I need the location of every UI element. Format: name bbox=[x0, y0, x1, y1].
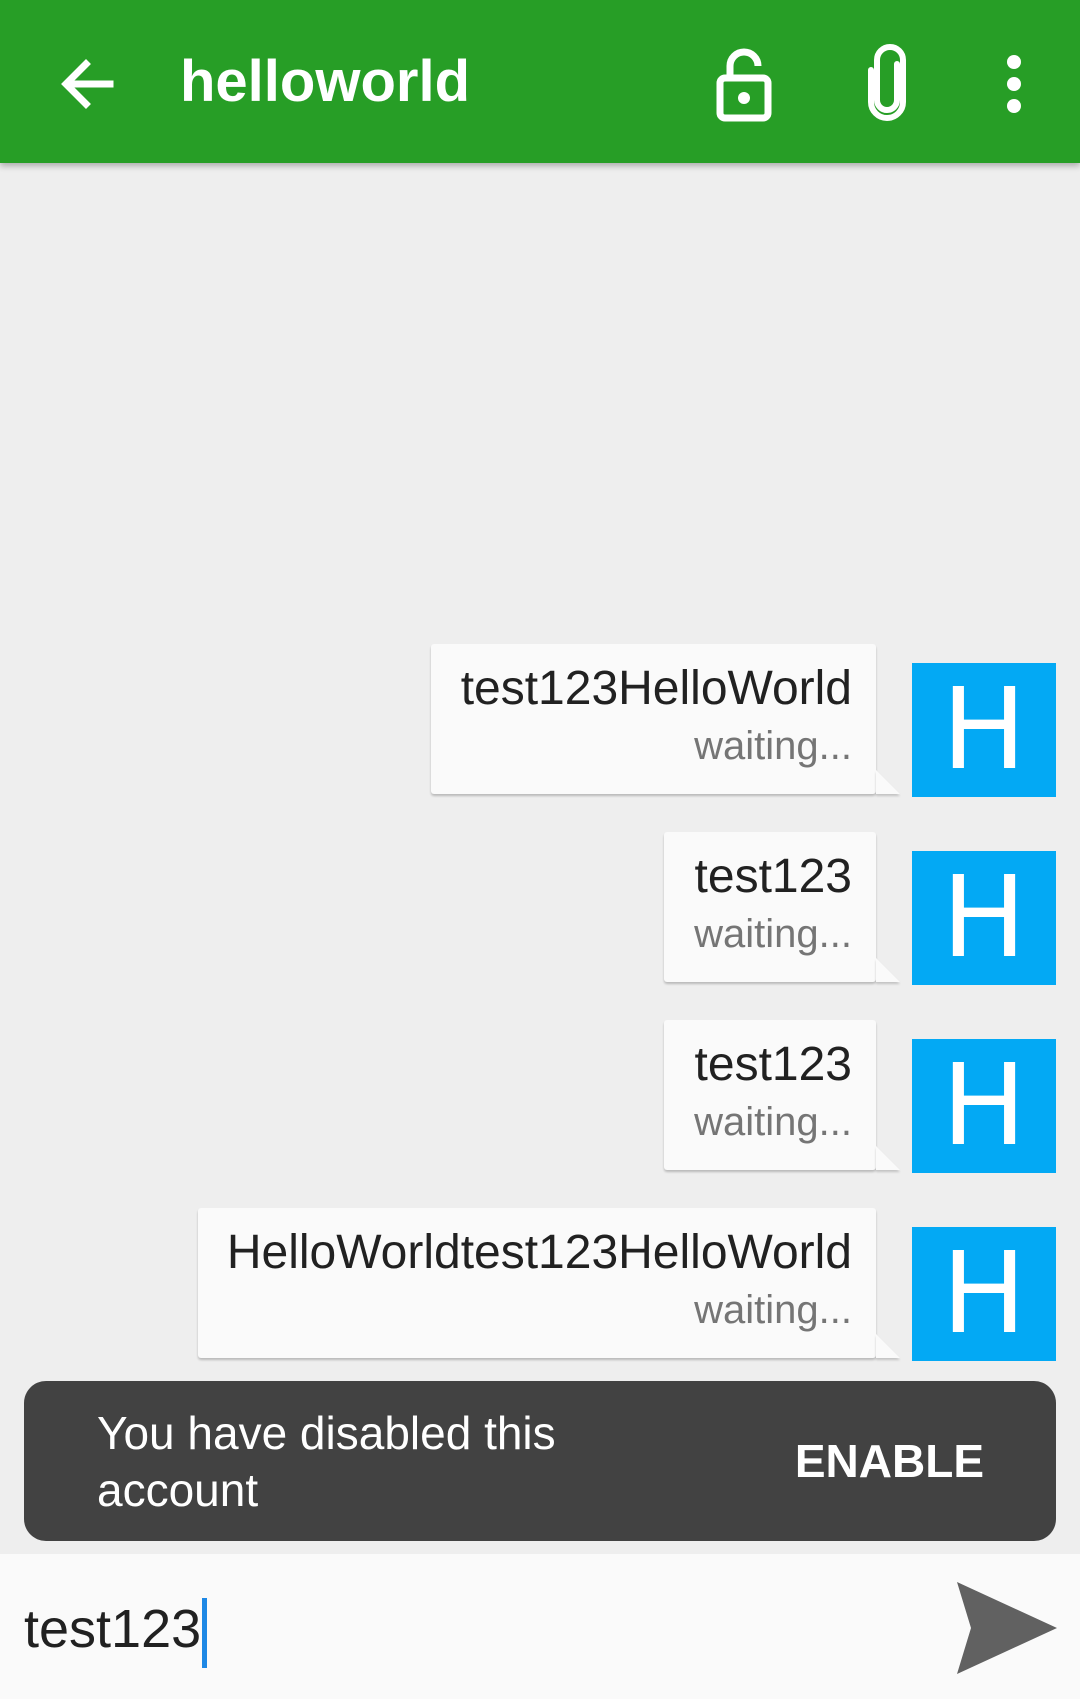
message-status: waiting... bbox=[694, 1288, 852, 1332]
message-list[interactable]: test123HelloWorld waiting... H test123 w… bbox=[0, 163, 1080, 1553]
bubble-tail bbox=[876, 770, 900, 794]
attach-button[interactable] bbox=[845, 40, 933, 128]
back-button[interactable] bbox=[48, 44, 128, 124]
overflow-menu-button[interactable] bbox=[970, 40, 1058, 128]
arrow-back-icon bbox=[61, 59, 114, 109]
bubble-tail bbox=[876, 1146, 900, 1170]
snackbar: You have disabled this account ENABLE bbox=[24, 1381, 1056, 1541]
encryption-button[interactable] bbox=[700, 40, 788, 128]
message-text: test123 bbox=[694, 850, 852, 903]
message-text: test123 bbox=[694, 1038, 852, 1091]
attachment-icon bbox=[868, 44, 906, 121]
conversation-title: helloworld bbox=[180, 49, 470, 114]
message-bubble[interactable]: test123 waiting... bbox=[664, 832, 900, 982]
message-input-value: test123 bbox=[24, 1599, 202, 1659]
message-input[interactable]: test123 bbox=[24, 1584, 208, 1674]
avatar[interactable]: H bbox=[912, 851, 1056, 985]
text-caret bbox=[202, 1597, 208, 1668]
message-bubble[interactable]: HelloWorldtest123HelloWorld waiting... bbox=[198, 1208, 900, 1358]
message-status: waiting... bbox=[694, 724, 852, 768]
bubble-tail bbox=[876, 958, 900, 982]
snackbar-message: You have disabled this account bbox=[97, 1407, 556, 1516]
bubble-tail bbox=[876, 1334, 900, 1358]
compose-bar: test123 bbox=[0, 1554, 1080, 1699]
message-text: HelloWorldtest123HelloWorld bbox=[226, 1226, 852, 1279]
avatar[interactable]: H bbox=[912, 1227, 1056, 1361]
message-text: test123HelloWorld bbox=[460, 662, 852, 715]
lock-open-icon bbox=[716, 48, 772, 122]
message-bubble[interactable]: test123 waiting... bbox=[664, 1020, 900, 1170]
app-bar: helloworld bbox=[0, 0, 1080, 163]
avatar[interactable]: H bbox=[912, 663, 1056, 797]
message-bubble[interactable]: test123HelloWorld waiting... bbox=[431, 644, 900, 794]
more-vert-icon bbox=[1007, 55, 1021, 113]
message-status: waiting... bbox=[694, 912, 852, 956]
enable-account-button[interactable]: ENABLE bbox=[795, 1429, 984, 1493]
avatar[interactable]: H bbox=[912, 1039, 1056, 1173]
message-status: waiting... bbox=[694, 1100, 852, 1144]
send-button[interactable] bbox=[955, 1576, 1059, 1680]
send-icon bbox=[957, 1582, 1057, 1674]
